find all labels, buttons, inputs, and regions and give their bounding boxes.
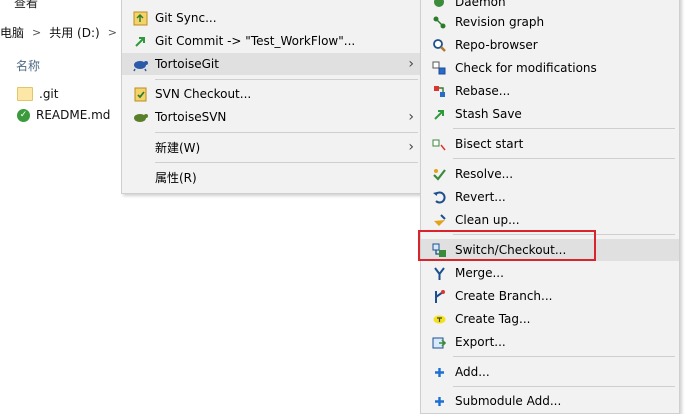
menu-item-label: Revert...: [455, 190, 506, 204]
menu-item-label: Stash Save: [455, 107, 522, 121]
menu-item-add[interactable]: Add...: [421, 361, 679, 383]
breadcrumb-item-computer[interactable]: 电脑: [0, 24, 24, 41]
stash-save-icon: [431, 106, 447, 122]
menu-item-tortoisegit[interactable]: TortoiseGit ›: [122, 53, 422, 75]
menu-item-git-commit[interactable]: Git Commit -> "Test_WorkFlow"...: [122, 30, 422, 52]
menu-separator: [155, 79, 418, 80]
menu-item-create-branch[interactable]: Create Branch...: [421, 285, 679, 307]
menu-item-label: SVN Checkout...: [155, 87, 252, 101]
menu-item-label: Submodule Add...: [455, 394, 562, 408]
column-header-name[interactable]: 名称: [16, 57, 40, 74]
svn-checkout-icon: [132, 86, 148, 102]
menu-item-tortoisesvn[interactable]: TortoiseSVN ›: [122, 106, 422, 128]
menu-item-label: Export...: [455, 335, 506, 349]
create-branch-icon: [431, 288, 447, 304]
file-name: .git: [39, 87, 59, 101]
menu-separator: [155, 162, 418, 163]
folder-icon: [17, 87, 33, 101]
repo-browser-icon: [431, 37, 447, 53]
menu-item-new[interactable]: 新建(W) ›: [122, 136, 422, 158]
menu-item-label: Check for modifications: [455, 61, 597, 75]
create-tag-icon: [431, 311, 447, 327]
menu-item-label: Create Branch...: [455, 289, 553, 303]
submenu-arrow-icon: ›: [408, 139, 414, 155]
switch-checkout-icon: [431, 242, 447, 258]
revert-icon: [431, 189, 447, 205]
menu-item-merge[interactable]: Merge...: [421, 262, 679, 284]
view-menu-label: 查看: [14, 0, 39, 10]
merge-icon: [431, 265, 447, 281]
menu-item-label: Create Tag...: [455, 312, 531, 326]
git-commit-icon: [132, 33, 148, 49]
menu-item-label: Switch/Checkout...: [455, 243, 567, 257]
menu-item-clean-up[interactable]: Clean up...: [421, 209, 679, 231]
tortoisesvn-icon: [132, 109, 148, 125]
menu-item-label: Clean up...: [455, 213, 520, 227]
export-icon: [431, 334, 447, 350]
resolve-icon: [431, 166, 447, 182]
git-sync-icon: [132, 10, 148, 26]
menu-item-label: Git Sync...: [155, 11, 217, 25]
context-menu: Git Sync... Git Commit -> "Test_WorkFlow…: [121, 0, 423, 194]
rebase-icon: [431, 83, 447, 99]
menu-item-label: Add...: [455, 365, 490, 379]
menu-item-label: 新建(W): [155, 140, 201, 155]
check-modifications-icon: [431, 60, 447, 76]
menu-item-revision-graph[interactable]: Revision graph: [421, 11, 679, 33]
chevron-right-icon: >: [107, 25, 117, 39]
file-name: README.md: [36, 108, 111, 122]
menu-item-label: Resolve...: [455, 167, 514, 181]
submodule-add-icon: [431, 393, 447, 409]
menu-item-repo-browser[interactable]: Repo-browser: [421, 34, 679, 56]
menu-item-revert[interactable]: Revert...: [421, 186, 679, 208]
breadcrumb: 电脑 > 共用 (D:) >: [0, 22, 125, 42]
git-status-ok-icon: ✓: [17, 108, 30, 122]
menu-item-export[interactable]: Export...: [421, 331, 679, 353]
menu-item-label: Daemon: [455, 0, 506, 9]
menu-item-check-modifications[interactable]: Check for modifications: [421, 57, 679, 79]
menu-item-label: Bisect start: [455, 137, 524, 151]
view-menu-partial[interactable]: 查看: [0, 0, 130, 10]
menu-item-label: Revision graph: [455, 15, 545, 29]
menu-item-bisect-start[interactable]: Bisect start: [421, 133, 679, 155]
menu-separator: [453, 356, 675, 357]
menu-item-resolve[interactable]: Resolve...: [421, 163, 679, 185]
add-icon: [431, 364, 447, 380]
menu-item-label: TortoiseGit: [155, 57, 219, 71]
menu-item-label: TortoiseSVN: [155, 110, 227, 124]
menu-separator: [453, 386, 675, 387]
menu-item-git-sync[interactable]: Git Sync...: [122, 7, 422, 29]
menu-item-rebase[interactable]: Rebase...: [421, 80, 679, 102]
menu-item-label: Rebase...: [455, 84, 511, 98]
menu-separator: [155, 132, 418, 133]
menu-item-switch-checkout[interactable]: Switch/Checkout...: [421, 239, 679, 261]
menu-item-properties[interactable]: 属性(R): [122, 166, 422, 188]
menu-separator: [453, 128, 675, 129]
menu-item-label: Repo-browser: [455, 38, 538, 52]
menu-item-label: Git Commit -> "Test_WorkFlow"...: [155, 34, 356, 48]
revision-graph-icon: [431, 14, 447, 30]
daemon-icon: [431, 0, 447, 10]
tortoisegit-submenu: Daemon Revision graph Repo-browser Check…: [420, 0, 680, 414]
file-item-git[interactable]: .git: [17, 85, 58, 103]
menu-separator: [453, 158, 675, 159]
menu-item-stash-save[interactable]: Stash Save: [421, 103, 679, 125]
menu-separator: [453, 234, 675, 235]
file-item-readme[interactable]: ✓ README.md: [17, 106, 110, 124]
cleanup-icon: [431, 212, 447, 228]
chevron-right-icon: >: [32, 25, 42, 39]
tortoisegit-icon: [132, 56, 148, 72]
menu-item-submodule-add[interactable]: Submodule Add...: [421, 390, 679, 412]
menu-item-label: Merge...: [455, 266, 504, 280]
breadcrumb-item-drive[interactable]: 共用 (D:): [49, 24, 99, 41]
submenu-arrow-icon: ›: [408, 56, 414, 72]
submenu-arrow-icon: ›: [408, 109, 414, 125]
menu-item-label: 属性(R): [155, 170, 197, 185]
menu-item-create-tag[interactable]: Create Tag...: [421, 308, 679, 330]
bisect-icon: [431, 136, 447, 152]
menu-item-svn-checkout[interactable]: SVN Checkout...: [122, 83, 422, 105]
